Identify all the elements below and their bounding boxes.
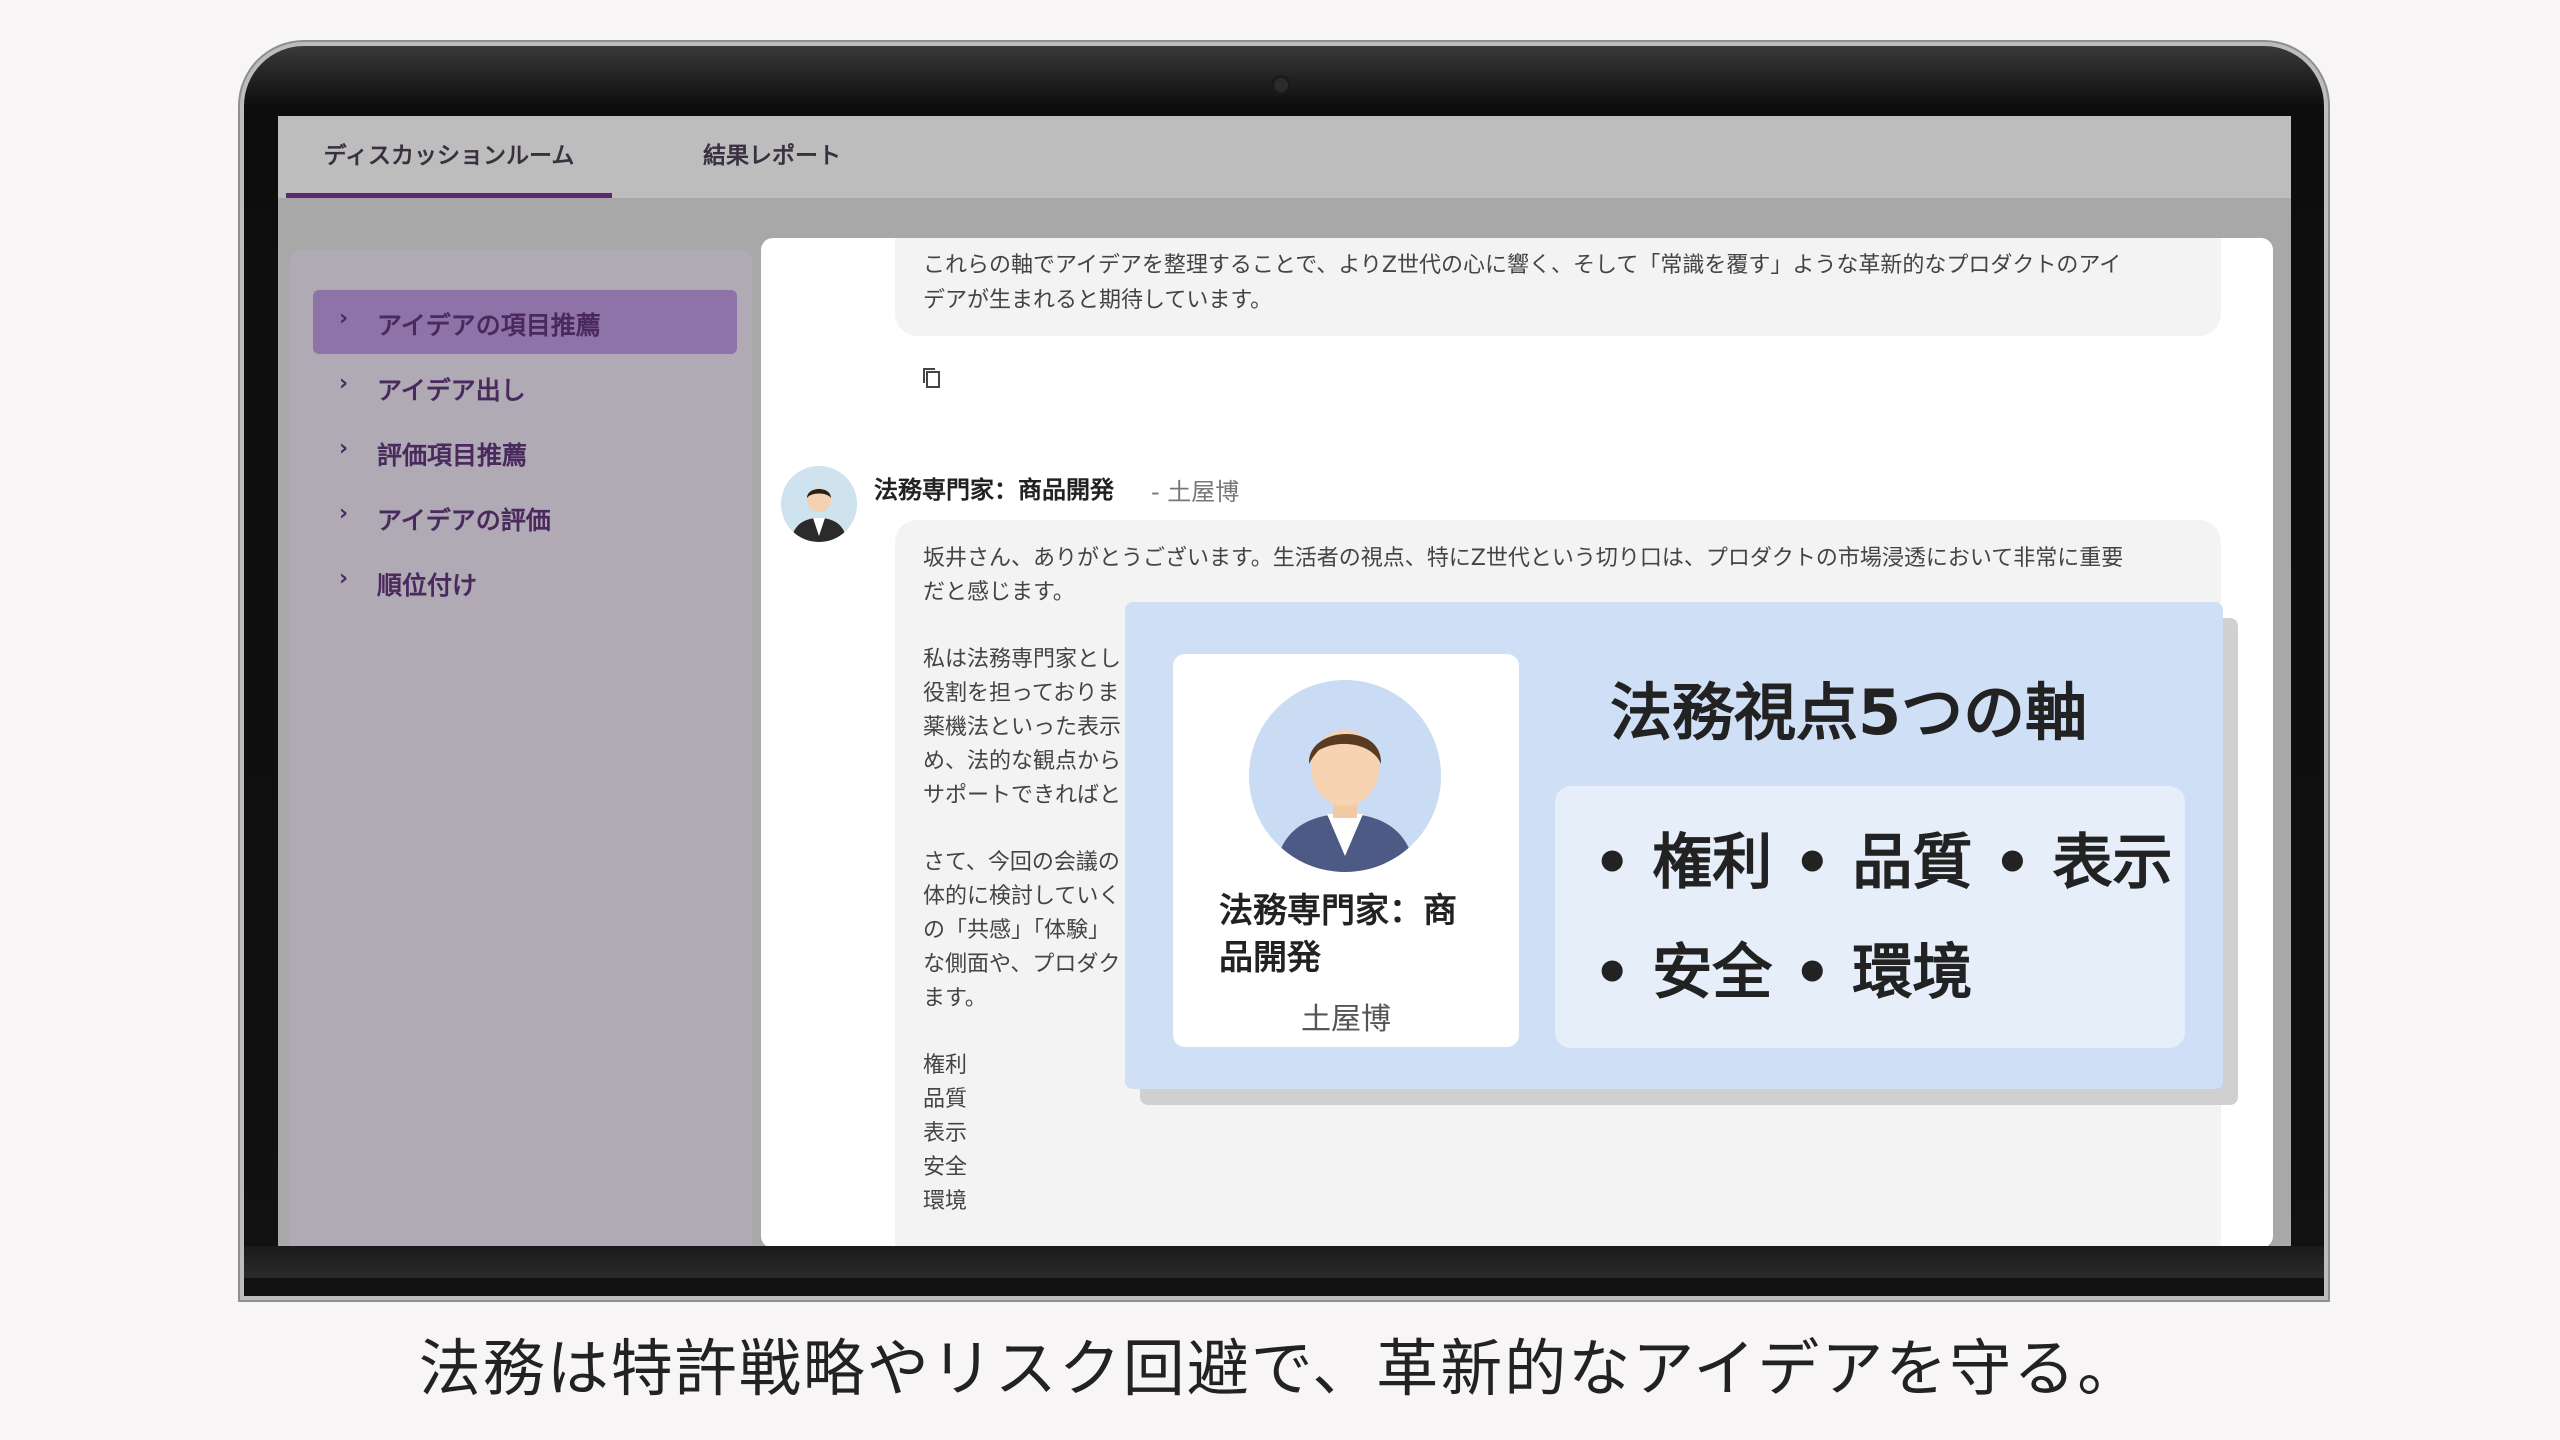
message-paragraph: 坂井さん、ありがとうございます。生活者の視点、特にZ世代という切り口は、プロダク… <box>923 546 2124 605</box>
previous-message-bubble: これらの軸でアイデアを整理することで、よりZ世代の心に響く、そして「常識を覆す」… <box>895 238 2221 336</box>
camera-dot <box>1274 78 1288 92</box>
sidebar-item-idea-evaluation[interactable]: › アイデアの評価 <box>313 485 737 549</box>
sidebar-item-idea-item-recommend[interactable]: › アイデアの項目推薦 <box>313 290 737 354</box>
sidebar-item-eval-item-recommend[interactable]: › 評価項目推薦 <box>313 420 737 484</box>
chevron-right-icon: › <box>339 501 349 526</box>
sidebar-item-ranking[interactable]: › 順位付け <box>313 550 737 614</box>
tab-discussion-room[interactable]: ディスカッションルーム <box>286 116 612 198</box>
list-item: 表示 <box>923 1121 968 1146</box>
chevron-right-icon: › <box>339 371 349 396</box>
sidebar-item-label: アイデアの項目推薦 <box>377 311 601 340</box>
message-text: これらの軸でアイデアを整理することで、よりZ世代の心に響く、そして「常識を覆す」… <box>923 253 2122 278</box>
sender-role: 法務専門家：商品開発 <box>874 476 1114 504</box>
list-item: 安全 <box>923 1155 968 1180</box>
chevron-right-icon: › <box>339 566 349 591</box>
laptop-base <box>244 1246 2324 1278</box>
profile-card: 法務専門家：商品開発 土屋博 <box>1173 654 1519 1047</box>
sidebar-item-label: 順位付け <box>377 571 478 600</box>
axes-line: • 権利 • 品質 • 表示 <box>1593 828 2173 898</box>
tab-bar: ディスカッションルーム 結果レポート <box>278 116 2291 198</box>
tab-result-report[interactable]: 結果レポート <box>692 116 852 198</box>
chevron-right-icon: › <box>339 436 349 461</box>
sender-person: - 土屋博 <box>1151 478 1240 506</box>
axes-line: • 安全 • 環境 <box>1593 938 1973 1008</box>
profile-name: 土屋博 <box>1301 1002 1391 1037</box>
person-avatar-icon <box>781 466 857 542</box>
message-text: デアが生まれると期待しています。 <box>923 288 1273 313</box>
sidebar: › アイデアの項目推薦 › アイデア出し › 評価項目推薦 › アイデアの評価 … <box>290 250 752 1246</box>
sidebar-item-label: アイデア出し <box>377 376 526 405</box>
chevron-right-icon: › <box>339 306 349 331</box>
avatar <box>781 466 857 542</box>
person-avatar-icon <box>1249 680 1441 872</box>
sidebar-item-label: アイデアの評価 <box>377 506 551 535</box>
expert-overlay-card: 法務専門家：商品開発 土屋博 法務視点5つの軸 • 権利 • 品質 • 表示 •… <box>1125 602 2223 1089</box>
subtitle-caption: 法務は特許戦略やリスク回避で、革新的なアイデアを守る。 <box>418 1332 2142 1405</box>
axes-title: 法務視点5つの軸 <box>1610 676 2088 749</box>
copy-icon[interactable] <box>921 366 943 390</box>
sidebar-item-label: 評価項目推薦 <box>377 441 528 470</box>
list-item: 環境 <box>923 1189 968 1214</box>
axes-box: • 権利 • 品質 • 表示 • 安全 • 環境 <box>1555 786 2185 1048</box>
avatar <box>1249 680 1441 872</box>
sidebar-item-idea-generation[interactable]: › アイデア出し <box>313 355 737 419</box>
profile-role: 法務専門家：商品開発 <box>1219 891 1457 978</box>
